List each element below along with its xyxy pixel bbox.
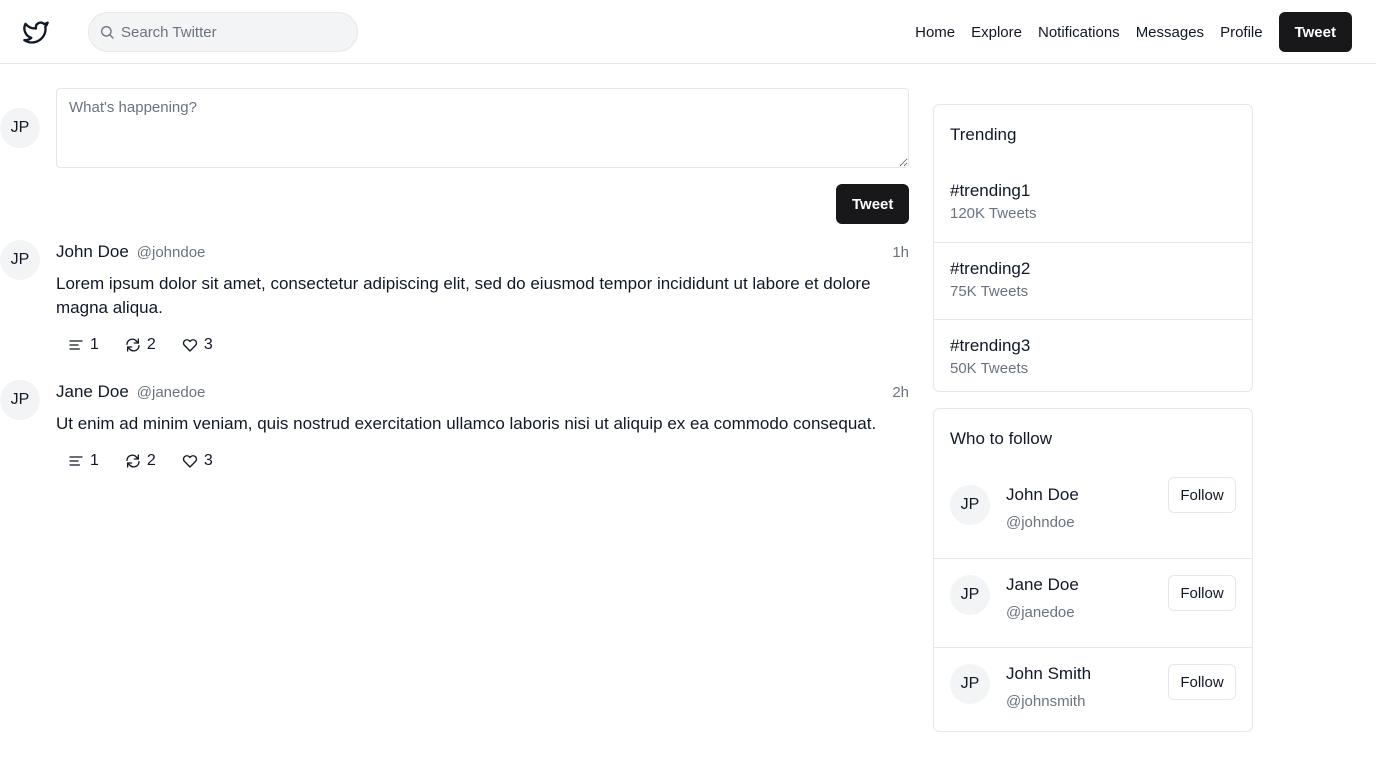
retweet-icon (126, 454, 140, 468)
trend-count: 75K Tweets (950, 283, 1029, 300)
who-to-follow-card: Who to follow JP John Doe @johndoe Follo… (933, 408, 1253, 732)
reply-icon (69, 456, 83, 466)
tweet-actions: 1 2 3 (68, 336, 239, 354)
nav-notifications[interactable]: Notifications (1038, 24, 1120, 41)
follow-button[interactable]: Follow (1168, 477, 1236, 513)
avatar[interactable]: JP (950, 485, 990, 525)
trend-count: 120K Tweets (950, 205, 1037, 222)
follow-suggestion: JP Jane Doe @janedoe Follow (934, 558, 1252, 647)
tweet-author-handle[interactable]: @johndoe (137, 244, 206, 261)
like-button[interactable]: 3 (182, 336, 213, 354)
suggestion-name[interactable]: Jane Doe (1006, 575, 1079, 595)
follow-suggestion: JP John Smith @johnsmith Follow (934, 647, 1252, 736)
tweet-author-handle[interactable]: @janedoe (137, 384, 206, 401)
follow-button[interactable]: Follow (1168, 575, 1236, 611)
tweet-item: JP Jane Doe @janedoe 2h Ut enim ad minim… (0, 380, 909, 480)
like-count: 3 (203, 336, 213, 353)
nav-explore[interactable]: Explore (971, 24, 1022, 41)
main-nav: Home Explore Notifications Messages Prof… (915, 12, 1352, 52)
compose-tweet-button[interactable]: Tweet (836, 184, 909, 224)
retweet-count: 2 (146, 452, 156, 469)
tweet-actions: 1 2 3 (68, 452, 239, 470)
retweet-button[interactable]: 2 (125, 336, 156, 354)
nav-home[interactable]: Home (915, 24, 955, 41)
follow-button[interactable]: Follow (1168, 664, 1236, 700)
trend-tag: #trending1 (950, 181, 1031, 200)
retweet-icon (126, 338, 140, 352)
tweet-text: Ut enim ad minim veniam, quis nostrud ex… (56, 414, 877, 433)
reply-button[interactable]: 1 (68, 336, 99, 354)
who-to-follow-title: Who to follow (950, 429, 1053, 448)
compose-textarea[interactable] (56, 88, 909, 168)
trend-count: 50K Tweets (950, 360, 1029, 377)
avatar[interactable]: JP (950, 664, 990, 704)
trend-tag: #trending2 (950, 259, 1031, 278)
tweet-timestamp: 2h (892, 384, 909, 401)
suggestion-name[interactable]: John Smith (1006, 664, 1091, 684)
reply-count: 1 (90, 336, 99, 353)
search-input[interactable] (121, 23, 341, 41)
bird-icon[interactable] (22, 18, 50, 46)
trend-item[interactable]: #trending3 50K Tweets (934, 319, 1252, 396)
avatar[interactable]: JP (0, 240, 40, 280)
follow-suggestion: JP John Doe @johndoe Follow (934, 469, 1252, 558)
search-bar[interactable] (88, 12, 358, 52)
header-tweet-button[interactable]: Tweet (1278, 12, 1352, 52)
retweet-count: 2 (146, 336, 156, 353)
nav-messages[interactable]: Messages (1136, 24, 1204, 41)
heart-icon (182, 339, 197, 352)
tweet-item: JP John Doe @johndoe 1h Lorem ipsum dolo… (0, 240, 909, 370)
nav-profile[interactable]: Profile (1220, 24, 1263, 41)
avatar[interactable]: JP (950, 575, 990, 615)
trend-item[interactable]: #trending2 75K Tweets (934, 242, 1252, 319)
reply-button[interactable]: 1 (68, 452, 99, 470)
avatar[interactable]: JP (0, 380, 40, 420)
reply-count: 1 (90, 452, 99, 469)
suggestion-name[interactable]: John Doe (1006, 485, 1079, 505)
suggestion-handle: @johnsmith (1006, 693, 1086, 710)
trend-item[interactable]: #trending1 120K Tweets (934, 165, 1252, 242)
tweet-author-name[interactable]: John Doe (56, 242, 129, 262)
retweet-button[interactable]: 2 (125, 452, 156, 470)
like-count: 3 (203, 452, 213, 469)
tweet-text: Lorem ipsum dolor sit amet, consectetur … (56, 274, 871, 317)
trending-title: Trending (950, 125, 1017, 144)
suggestion-handle: @johndoe (1006, 514, 1075, 531)
suggestion-handle: @janedoe (1006, 604, 1075, 621)
tweet-author-name[interactable]: Jane Doe (56, 382, 129, 402)
composer-avatar: JP (0, 108, 40, 148)
trend-tag: #trending3 (950, 336, 1031, 355)
top-bar: Home Explore Notifications Messages Prof… (0, 0, 1376, 64)
trending-card: Trending #trending1 120K Tweets #trendin… (933, 104, 1253, 392)
reply-icon (69, 340, 83, 350)
search-icon (101, 26, 114, 39)
tweet-timestamp: 1h (892, 244, 909, 261)
heart-icon (182, 455, 197, 468)
like-button[interactable]: 3 (182, 452, 213, 470)
